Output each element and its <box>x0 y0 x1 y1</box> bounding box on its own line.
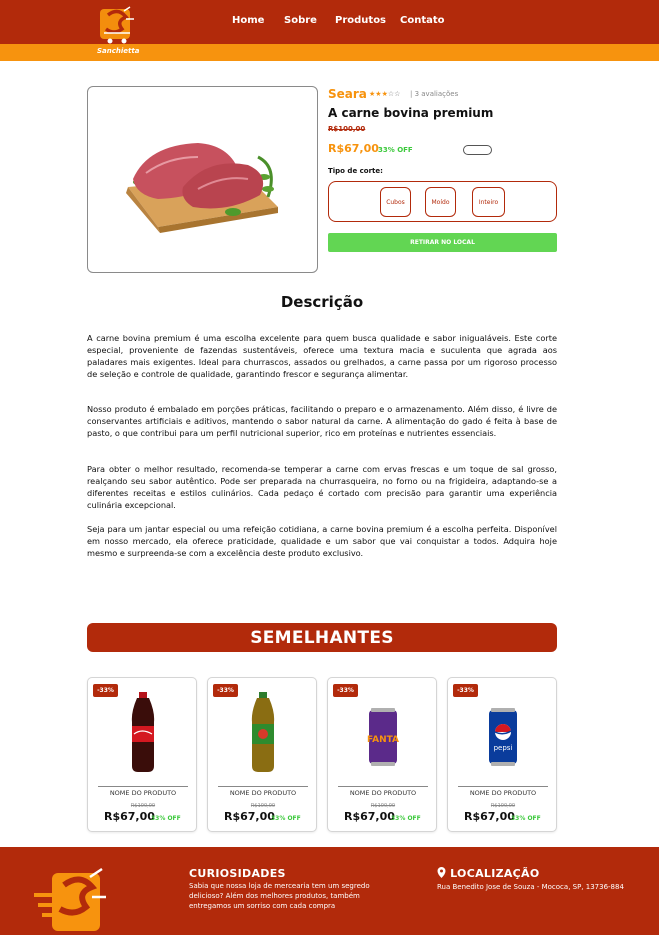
nav-produtos[interactable]: Produtos <box>335 15 386 26</box>
card-price: R$67,00 <box>224 810 275 823</box>
card-old-price: R$100,00 <box>250 803 276 809</box>
fanta-can-image: FANTA <box>328 688 438 778</box>
card-price: R$67,00 <box>104 810 155 823</box>
cut-options-box: Cubos Moído Inteiro <box>328 181 557 222</box>
nav-home[interactable]: Home <box>232 15 264 26</box>
cut-option-inteiro[interactable]: Inteiro <box>472 187 505 217</box>
product-card[interactable]: pepsi -33% NOME DO PRODUTO R$100,00 R$67… <box>447 677 557 832</box>
review-count[interactable]: | 3 avaliações <box>410 90 458 98</box>
product-card[interactable]: -33% NOME DO PRODUTO R$100,00 R$67,00 33… <box>87 677 197 832</box>
card-product-name: NOME DO PRODUTO <box>338 786 428 797</box>
main-nav: Home Sobre Produtos Contato <box>0 15 659 31</box>
quantity-toggle[interactable] <box>463 145 492 155</box>
guarana-bottle-image <box>208 688 318 778</box>
location-pin-icon <box>437 867 450 880</box>
product-card[interactable]: FANTA -33% NOME DO PRODUTO R$100,00 R$67… <box>327 677 437 832</box>
card-product-name: NOME DO PRODUTO <box>218 786 308 797</box>
description-paragraph: Para obter o melhor resultado, recomenda… <box>87 464 557 510</box>
svg-text:FANTA: FANTA <box>367 735 399 745</box>
location-title: LOCALIZAÇÃO <box>437 867 540 880</box>
card-discount: 33% OFF <box>151 815 181 822</box>
product-brand[interactable]: Seara <box>328 87 367 101</box>
pickup-button[interactable]: RETIRAR NO LOCAL <box>328 233 557 252</box>
coca-cola-bottle-image <box>88 688 198 778</box>
curiosities-text: Sabia que nossa loja de mercearia tem um… <box>189 882 370 910</box>
card-product-name: NOME DO PRODUTO <box>458 786 548 797</box>
location-title-text: LOCALIZAÇÃO <box>450 867 540 880</box>
card-product-name: NOME DO PRODUTO <box>98 786 188 797</box>
card-old-price: R$100,00 <box>130 803 156 809</box>
card-price: R$67,00 <box>344 810 395 823</box>
site-footer: CURIOSIDADES Sabia que nossa loja de mer… <box>0 847 659 935</box>
card-old-price: R$100,00 <box>370 803 396 809</box>
star-empty-icon: ☆ <box>394 90 401 98</box>
card-discount: 33% OFF <box>271 815 301 822</box>
discount-badge: -33% <box>453 684 478 697</box>
card-discount: 33% OFF <box>511 815 541 822</box>
description-paragraph: A carne bovina premium é uma escolha exc… <box>87 333 557 379</box>
footer-logo[interactable] <box>30 867 110 935</box>
discount-badge: -33% <box>93 684 118 697</box>
discount-label: 33% OFF <box>378 146 413 154</box>
logo-text: Sanchietta <box>97 47 140 55</box>
product-image[interactable] <box>87 86 318 273</box>
old-price: R$100,00 <box>328 125 366 133</box>
description-paragraph: Nosso produto é embalado em porções prát… <box>87 404 557 438</box>
svg-text:pepsi: pepsi <box>494 744 513 752</box>
discount-badge: -33% <box>213 684 238 697</box>
pepsi-can-image: pepsi <box>448 688 558 778</box>
cut-type-label: Tipo de corte: <box>328 167 383 175</box>
rating-stars: ★★★☆☆ <box>369 90 400 98</box>
discount-badge: -33% <box>333 684 358 697</box>
similar-section-title: SEMELHANTES <box>87 623 557 652</box>
card-discount: 33% OFF <box>391 815 421 822</box>
card-price: R$67,00 <box>464 810 515 823</box>
product-card[interactable]: -33% NOME DO PRODUTO R$100,00 R$67,00 33… <box>207 677 317 832</box>
description-title: Descrição <box>280 293 364 311</box>
cut-option-moido[interactable]: Moído <box>425 187 456 217</box>
location-address: Rua Benedito Jose de Souza - Mococa, SP,… <box>437 883 624 891</box>
product-title: A carne bovina premium <box>328 106 494 120</box>
curiosities-title: CURIOSIDADES <box>189 867 286 880</box>
nav-sobre[interactable]: Sobre <box>284 15 317 26</box>
cut-option-cubos[interactable]: Cubos <box>380 187 411 217</box>
description-paragraph: Seja para um jantar especial ou uma refe… <box>87 524 557 558</box>
nav-contato[interactable]: Contato <box>400 15 445 26</box>
current-price: R$67,00 <box>328 142 379 155</box>
card-old-price: R$100,00 <box>490 803 516 809</box>
